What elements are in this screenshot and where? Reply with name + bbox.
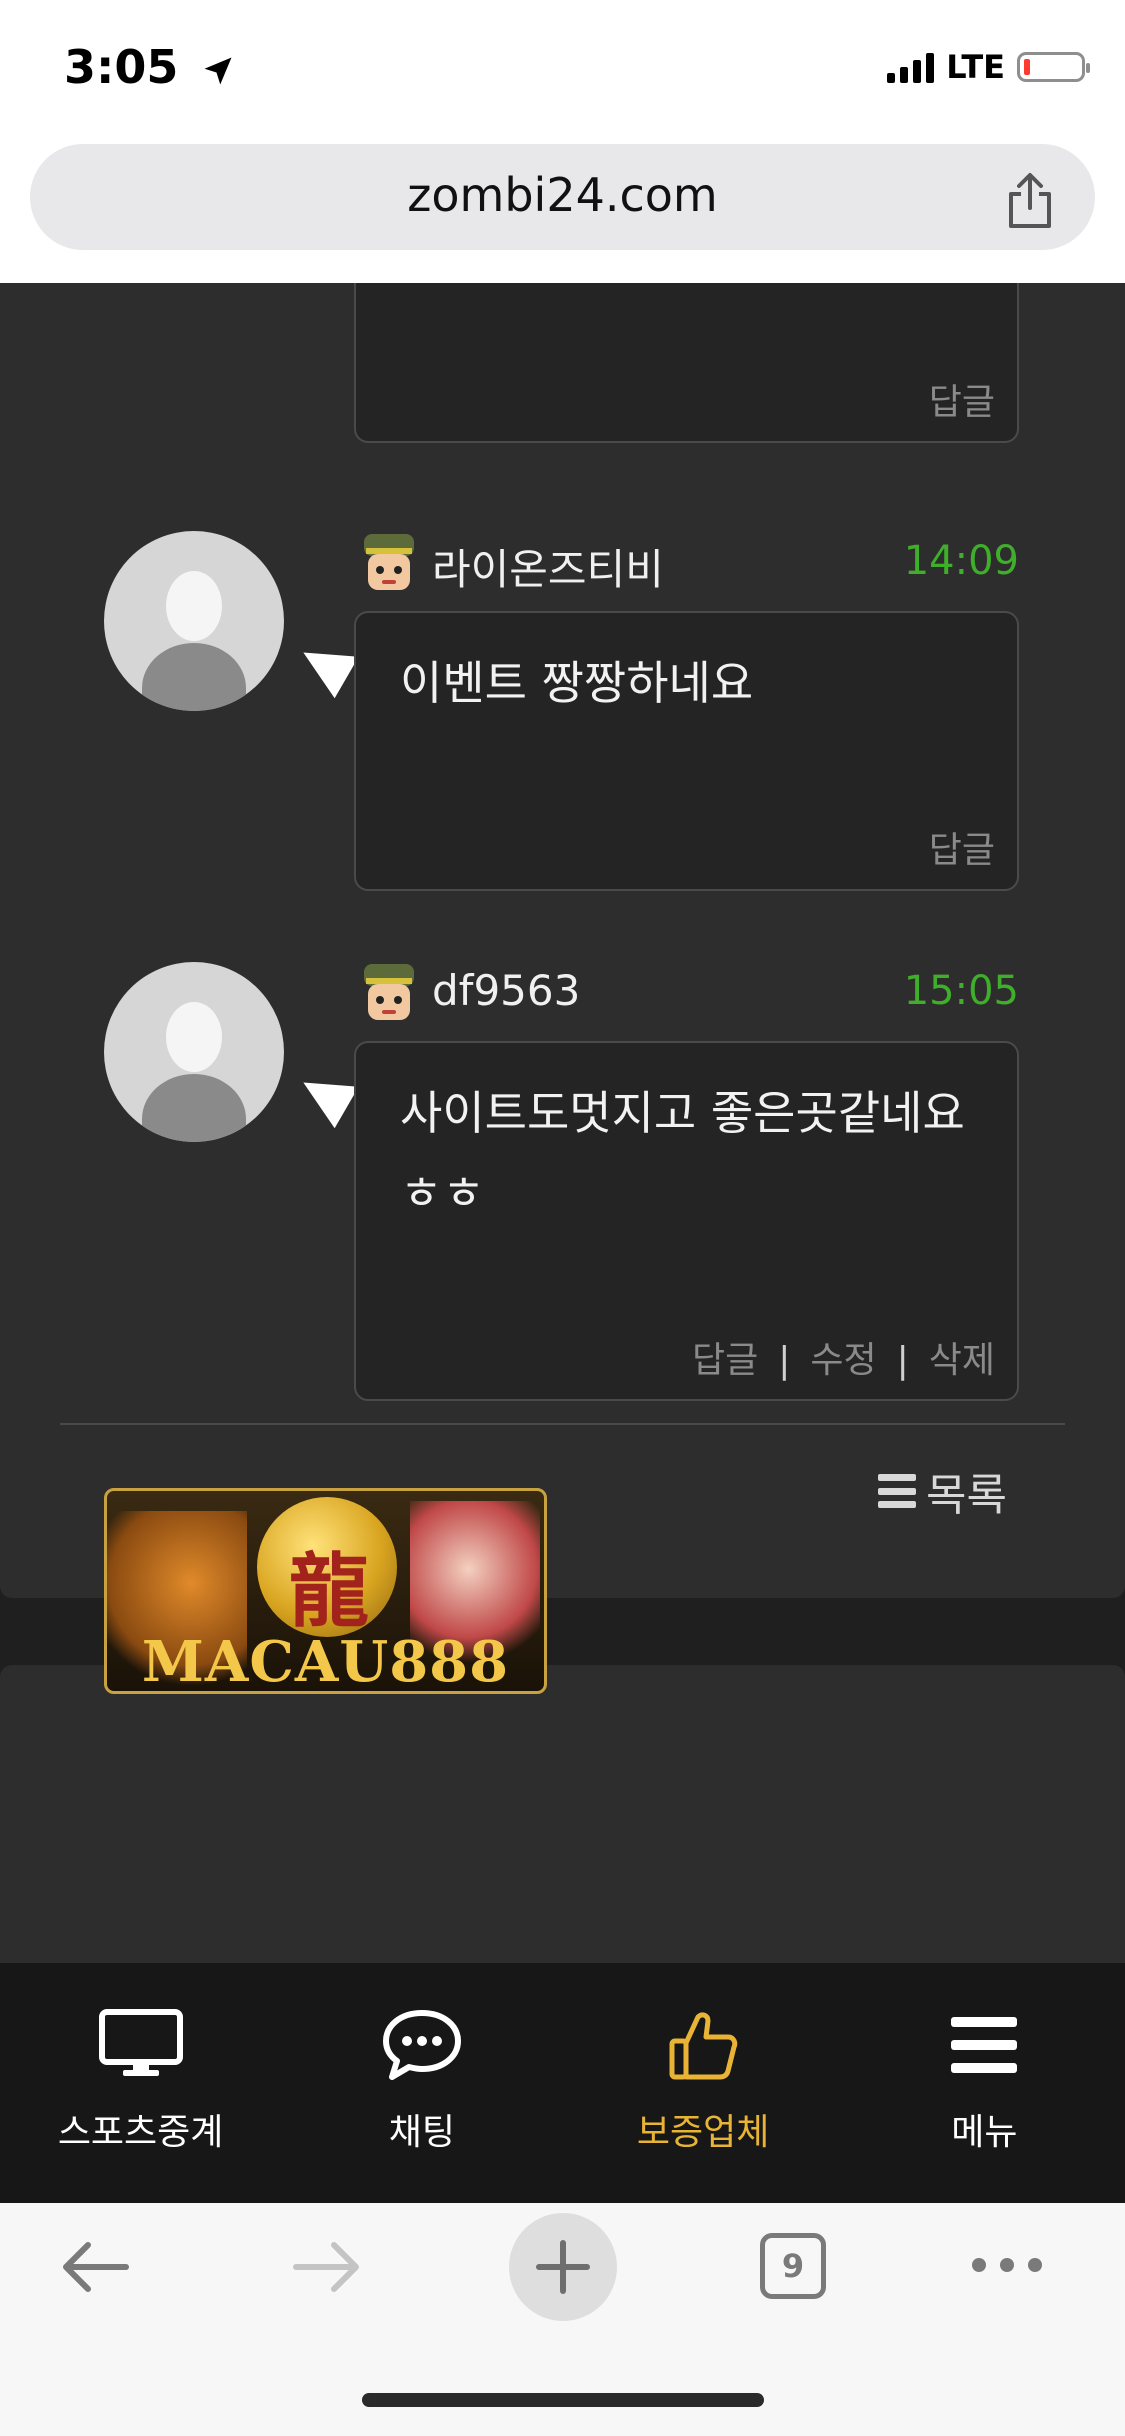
chat-bubble-icon bbox=[382, 2010, 461, 2080]
battery-icon bbox=[1017, 52, 1090, 82]
nav-item-chat[interactable]: 채팅 bbox=[281, 1963, 562, 2203]
location-arrow-icon bbox=[204, 57, 232, 84]
home-indicator bbox=[362, 2393, 764, 2407]
browser-address-area: zombi24.com bbox=[0, 140, 1125, 283]
nav-label: 스포츠중계 bbox=[57, 2112, 224, 2153]
url-text[interactable]: zombi24.com bbox=[30, 168, 1095, 222]
nav-label: 보증업체 bbox=[636, 2112, 770, 2153]
back-arrow-icon[interactable] bbox=[60, 2241, 130, 2293]
forward-arrow-icon[interactable] bbox=[292, 2241, 362, 2293]
comment-text: ㅎㅎ bbox=[400, 1166, 485, 1220]
comment-text: 사이트도멋지고 좋은곳같네요 bbox=[400, 1086, 965, 1140]
username[interactable]: df9563 bbox=[432, 966, 580, 1015]
comment-actions: 답글 | 수정 | 삭제 bbox=[691, 1340, 995, 1381]
more-options-icon[interactable] bbox=[972, 2258, 1042, 2272]
reply-button[interactable]: 답글 bbox=[929, 382, 995, 423]
list-button-label: 목록 bbox=[926, 1470, 1007, 1521]
reply-button[interactable]: 답글 bbox=[929, 830, 995, 871]
comment-text: 이벤트 짱짱하네요 bbox=[400, 656, 754, 710]
delete-button[interactable]: 삭제 bbox=[929, 1340, 995, 1381]
username[interactable]: 라이온즈티비 bbox=[432, 536, 664, 597]
comment-bubble: 이벤트 짱짱하네요 답글 bbox=[354, 611, 1019, 891]
status-indicators: LTE bbox=[887, 48, 1090, 86]
comments-card: 답글 라이온즈티비 14:09 이벤트 짱짱하네요 답글 df9563 15:0… bbox=[0, 283, 1125, 1598]
status-bar: 3:05 LTE bbox=[0, 0, 1125, 140]
signal-icon bbox=[887, 51, 935, 83]
list-button[interactable]: 목록 bbox=[878, 1459, 1007, 1523]
share-icon[interactable] bbox=[1005, 172, 1055, 230]
page-content: 답글 라이온즈티비 14:09 이벤트 짱짱하네요 답글 df9563 15:0… bbox=[0, 283, 1125, 1963]
comment-time: 14:09 bbox=[903, 538, 1019, 584]
level-badge-icon bbox=[364, 534, 414, 590]
nav-label: 채팅 bbox=[388, 2112, 455, 2153]
network-label: LTE bbox=[946, 48, 1005, 86]
comment-header: df9563 15:05 bbox=[354, 960, 1019, 1030]
monitor-icon bbox=[98, 2009, 183, 2076]
status-time: 3:05 bbox=[64, 40, 236, 94]
bubble-pointer bbox=[291, 1061, 359, 1129]
tab-count-button[interactable]: 9 bbox=[760, 2233, 826, 2299]
bubble-pointer bbox=[291, 631, 359, 699]
reply-button[interactable]: 답글 bbox=[692, 1340, 758, 1381]
dragon-icon: 龍 bbox=[289, 1545, 369, 1638]
edit-button[interactable]: 수정 bbox=[810, 1340, 876, 1381]
thumbs-up-icon bbox=[669, 2012, 738, 2080]
nav-item-sports[interactable]: 스포츠중계 bbox=[0, 1963, 281, 2203]
banner-brand-text: MACAU888 bbox=[141, 1629, 510, 1694]
comment-bubble: 사이트도멋지고 좋은곳같네요 ㅎㅎ 답글 | 수정 | 삭제 bbox=[354, 1041, 1019, 1401]
comment-bubble: 답글 bbox=[354, 283, 1019, 443]
clock-text: 3:05 bbox=[64, 40, 179, 94]
list-icon bbox=[878, 1474, 917, 1508]
hamburger-icon bbox=[951, 2017, 1018, 2073]
banner-card bbox=[0, 1665, 1125, 1963]
macau888-banner[interactable]: 龍 MACAU888 bbox=[104, 1488, 547, 1694]
nav-label: 메뉴 bbox=[951, 2112, 1018, 2153]
level-badge-icon bbox=[364, 964, 414, 1020]
nav-item-guarantee[interactable]: 보증업체 bbox=[563, 1963, 844, 2203]
nav-item-menu[interactable]: 메뉴 bbox=[844, 1963, 1125, 2203]
comment-header: 라이온즈티비 14:09 bbox=[354, 530, 1019, 600]
new-tab-button[interactable] bbox=[509, 2213, 617, 2321]
bottom-nav: 스포츠중계 채팅 보증업체 메뉴 bbox=[0, 1963, 1125, 2203]
divider bbox=[60, 1423, 1065, 1425]
plus-icon bbox=[536, 2240, 590, 2294]
comment-time: 15:05 bbox=[903, 968, 1019, 1014]
avatar bbox=[104, 531, 284, 711]
avatar bbox=[104, 962, 284, 1142]
address-bar[interactable]: zombi24.com bbox=[30, 144, 1095, 250]
